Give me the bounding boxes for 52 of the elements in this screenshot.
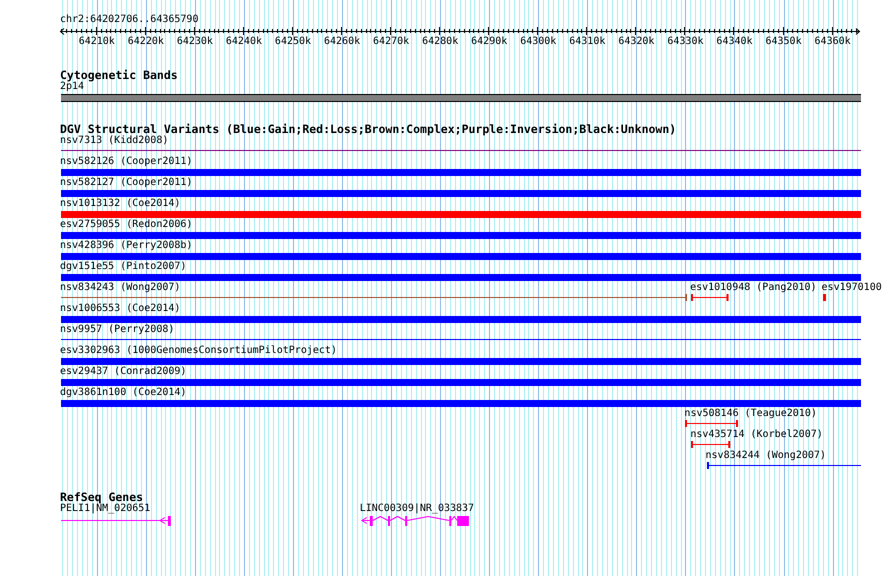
gene-label: LINC00309|NR_033837 (360, 503, 474, 515)
tick-label: 64220k (128, 36, 164, 48)
tick-label: 64250k (274, 36, 312, 48)
tick-label: 64360k (814, 36, 851, 48)
tick-label: 64320k (618, 36, 654, 48)
variant-label: nsv834243 (Wong2007) (60, 282, 180, 294)
tick-label: 64300k (520, 36, 556, 48)
tick-label: 64290k (471, 36, 508, 48)
variant-line[interactable] (822, 294, 826, 301)
variant-line[interactable] (691, 441, 731, 448)
variant-label: nsv435714 (Korbel2007) (690, 429, 823, 441)
variant-label: esv29437 (Conrad2009) (60, 366, 186, 378)
tick-label: 64340k (716, 36, 753, 48)
variant-label: esv1970100 (822, 282, 882, 294)
variant-line[interactable] (685, 420, 738, 427)
variant-label: esv3302963 (1000GenomesConsortiumPilotProject) (60, 345, 337, 357)
track-title: Cytogenetic Bands (60, 69, 178, 81)
variant-label: nsv1013132 (Coe2014) (60, 198, 180, 210)
gene-model-drawing[interactable] (360, 515, 470, 527)
tick-label: 64350k (765, 36, 802, 48)
variant-label: nsv508146 (Teague2010) (684, 408, 817, 420)
tick-label: 64230k (176, 36, 213, 48)
variant-line[interactable] (61, 147, 861, 154)
tick-label: 64210k (78, 36, 115, 48)
tick-label: 64330k (667, 36, 704, 48)
variant-label: nsv1006553 (Coe2014) (60, 303, 180, 315)
variant-label: nsv428396 (Perry2008b) (60, 240, 192, 252)
variant-label: nsv582127 (Cooper2011) (60, 177, 192, 189)
variant-label: esv2759055 (Redon2006) (60, 219, 192, 231)
track-title: DGV Structural Variants (Blue:Gain;Red:Loss;Brown:Complex;Purple:Inversion;Black:Unknown) (60, 123, 676, 135)
variant-line[interactable] (691, 294, 729, 301)
variant-label: esv1010948 (Pang2010) (690, 282, 816, 294)
variant-label: nsv834244 (Wong2007) (706, 450, 826, 462)
track-title: RefSeq Genes (60, 491, 144, 503)
gene-model-drawing[interactable] (61, 515, 172, 527)
tick-label: 64270k (373, 36, 410, 48)
location-label: chr2:64202706..64365790 (60, 14, 198, 26)
variant-label: nsv7313 (Kidd2008) (60, 135, 168, 147)
band-label: 2p14 (60, 81, 84, 93)
variant-label: dgv151e55 (Pinto2007) (60, 261, 186, 273)
variant-line[interactable] (61, 336, 861, 343)
tick-label: 64280k (422, 36, 458, 48)
tick-label: 64240k (226, 36, 262, 48)
variant-line[interactable] (61, 294, 688, 301)
tick-label: 64260k (324, 36, 360, 48)
tick-label: 64310k (569, 36, 606, 48)
chromosome-band[interactable] (61, 94, 861, 102)
variant-label: nsv582126 (Cooper2011) (60, 156, 192, 168)
variant-label: dgv3861n100 (Coe2014) (60, 387, 186, 399)
variant-label: nsv9957 (Perry2008) (60, 324, 174, 336)
gene-label: PELI1|NM_020651 (60, 503, 150, 515)
variant-line[interactable] (706, 462, 861, 469)
